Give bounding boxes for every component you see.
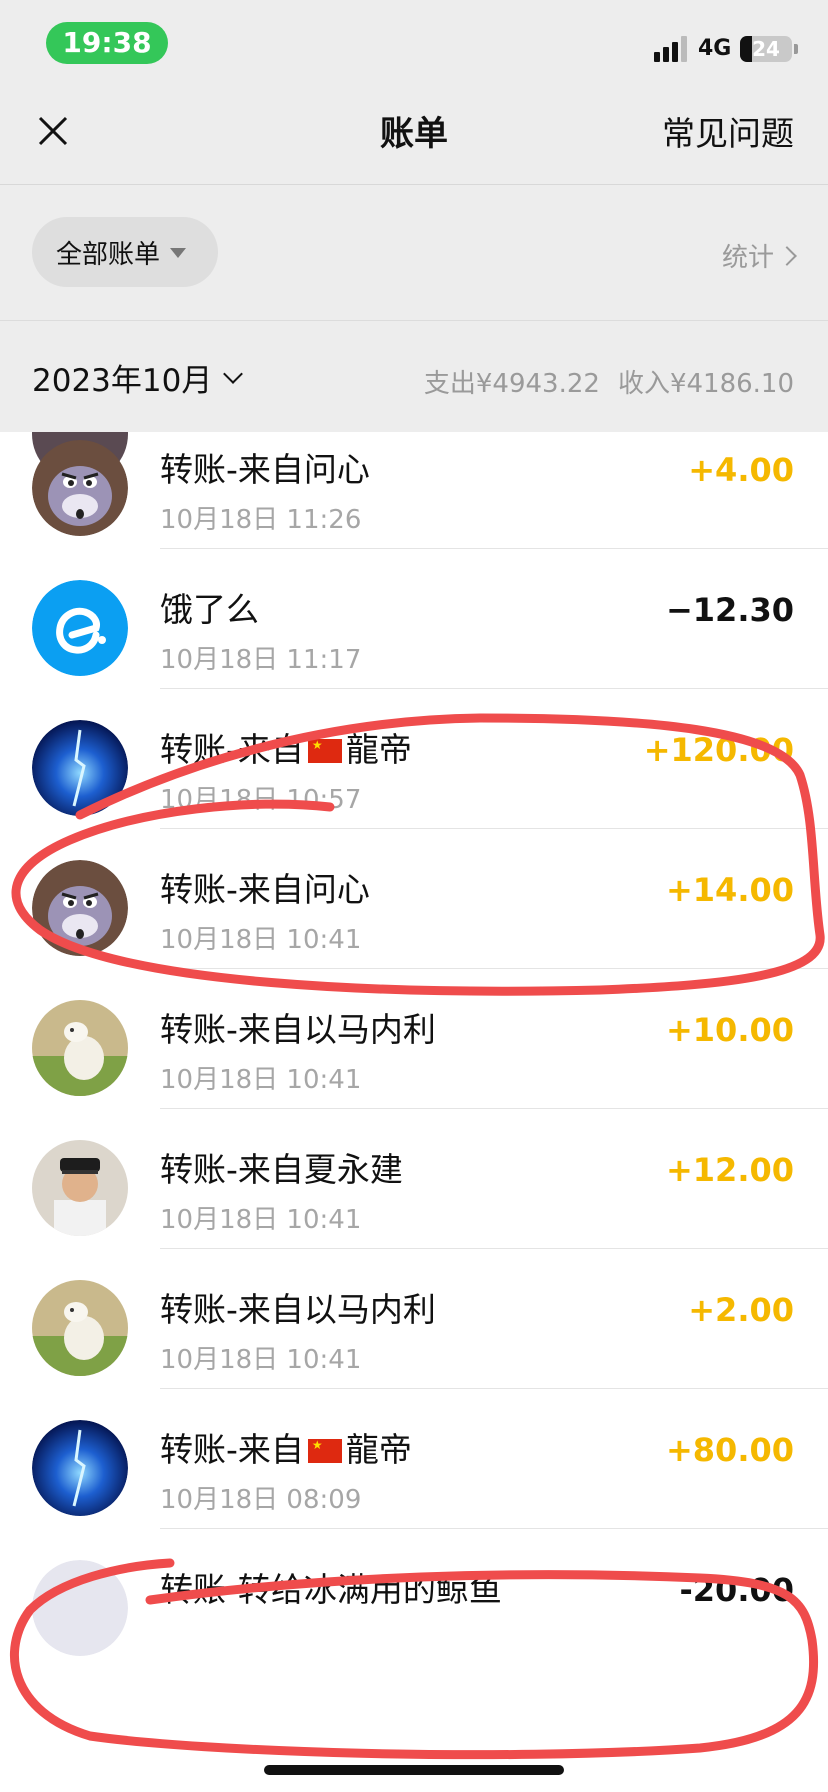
row-divider: [160, 548, 828, 549]
transaction-amount: −12.30: [665, 591, 794, 629]
transaction-title: 转账-来自问心: [160, 870, 370, 910]
cellular-signal-icon: [654, 36, 690, 62]
avatar: [32, 860, 128, 956]
avatar: [32, 1000, 128, 1096]
avatar: [32, 1280, 128, 1376]
battery-level: 24: [752, 37, 780, 61]
transaction-time: 10月18日 11:17: [160, 645, 362, 675]
transaction-time: 10月18日 10:41: [160, 1345, 362, 1375]
transaction-row[interactable]: 转账-来自以马内利 10月18日 10:41 +2.00: [0, 1248, 828, 1408]
transaction-row[interactable]: 饿了么 10月18日 11:17 −12.30: [0, 548, 828, 708]
battery-icon: 24: [740, 36, 792, 62]
row-divider: [160, 1248, 828, 1249]
transaction-amount: +14.00: [665, 871, 794, 909]
network-type: 4G: [698, 36, 732, 61]
transaction-title: 转账-来自 龍帝: [160, 730, 412, 770]
transaction-amount: +120.00: [643, 731, 794, 769]
filter-label: 全部账单: [56, 239, 161, 270]
row-divider: [160, 1108, 828, 1109]
transaction-time: 10月18日 10:57: [160, 785, 362, 815]
row-divider: [160, 688, 828, 689]
nav-bar: 账单 常见问题: [0, 82, 828, 185]
chevron-right-icon: [777, 245, 797, 266]
transaction-amount: +4.00: [688, 451, 794, 489]
transaction-title: 转账-来自 龍帝: [160, 1430, 412, 1470]
transaction-title: 饿了么: [160, 590, 259, 630]
transaction-time: 10月18日 08:09: [160, 1485, 362, 1515]
row-divider: [160, 828, 828, 829]
avatar: [32, 1140, 128, 1236]
avatar: [32, 580, 128, 676]
transaction-time: 10月18日 11:26: [160, 505, 362, 535]
expense-total: 支出¥4943.22: [423, 369, 600, 399]
battery-tip: [794, 44, 798, 54]
transaction-time: 10月18日 10:41: [160, 1065, 362, 1095]
transaction-title-text: 转账-来自问心: [160, 870, 370, 909]
transaction-title-text: 转账-来自以马内利: [160, 1010, 436, 1049]
transaction-amount: +12.00: [665, 1151, 794, 1189]
transaction-time: 10月18日 10:41: [160, 925, 362, 955]
transaction-title-suffix: 龍帝: [345, 730, 412, 769]
avatar: [32, 440, 128, 536]
transaction-title-text: 转账-来自以马内利: [160, 1290, 436, 1329]
transaction-amount: -20.00: [679, 1571, 795, 1609]
month-selector[interactable]: 2023年10月: [32, 355, 244, 400]
transaction-row[interactable]: 转账-来自夏永建 10月18日 10:41 +12.00: [0, 1108, 828, 1268]
transaction-title-text: 转账-来自问心: [160, 450, 370, 489]
transaction-title-text: 转账-来自: [160, 730, 304, 769]
transaction-title-text: 转账-来自: [160, 1430, 304, 1469]
transaction-title: 转账-来自以马内利: [160, 1290, 436, 1330]
close-icon[interactable]: [34, 112, 78, 156]
transaction-amount: +10.00: [665, 1011, 794, 1049]
transaction-time: 10月18日 10:41: [160, 1205, 362, 1235]
transaction-title-text: 转账-转给冰满用的鲸鱼: [160, 1570, 502, 1609]
row-divider: [160, 968, 828, 969]
transaction-row[interactable]: 转账-来自 龍帝 10月18日 08:09 +80.00: [0, 1388, 828, 1548]
avatar: [32, 1420, 128, 1516]
transaction-row[interactable]: 转账-来自以马内利 10月18日 10:41 +10.00: [0, 968, 828, 1128]
stats-label: 统计: [721, 243, 774, 273]
transaction-row[interactable]: 转账-来自 龍帝 10月18日 10:57 +120.00: [0, 688, 828, 848]
caret-down-icon: [170, 248, 187, 258]
month-row: 2023年10月 支出¥4943.22 收入¥4186.10: [0, 321, 828, 432]
income-total: 收入¥4186.10: [617, 369, 794, 399]
faq-link[interactable]: 常见问题: [662, 112, 794, 156]
transaction-title: 转账-来自以马内利: [160, 1010, 436, 1050]
bill-filter-dropdown[interactable]: 全部账单: [32, 217, 218, 287]
transaction-amount: +80.00: [665, 1431, 794, 1469]
transaction-title-text: 转账-来自夏永建: [160, 1150, 403, 1189]
transaction-title: 转账-来自夏永建: [160, 1150, 403, 1190]
china-flag-icon: [307, 1439, 342, 1463]
transaction-list[interactable]: 转账-来自问心 10月18日 11:26 +4.00 饿了么 10月18日 11:17 −…: [0, 432, 828, 1792]
row-divider: [160, 1528, 828, 1529]
transaction-row[interactable]: 转账-来自问心 10月18日 10:41 +14.00: [0, 828, 828, 988]
status-bar: 19:38 4G 24: [0, 0, 828, 82]
transaction-row[interactable]: 转账-转给冰满用的鲸鱼 -20.00: [0, 1528, 828, 1688]
avatar: [32, 1560, 128, 1656]
transaction-title: 转账-来自问心: [160, 450, 370, 490]
transaction-title: 转账-转给冰满用的鲸鱼: [160, 1570, 502, 1610]
transaction-title-suffix: 龍帝: [345, 1430, 412, 1469]
avatar: [32, 720, 128, 816]
home-indicator: [264, 1765, 564, 1775]
transaction-title-text: 饿了么: [160, 590, 259, 629]
china-flag-icon: [307, 739, 342, 763]
month-summary: 支出¥4943.22 收入¥4186.10: [424, 363, 794, 400]
chevron-down-icon: [223, 363, 244, 384]
status-time: 19:38: [46, 22, 168, 64]
transaction-amount: +2.00: [688, 1291, 794, 1329]
month-label: 2023年10月: [32, 363, 213, 399]
stats-link[interactable]: 统计: [721, 237, 797, 274]
filter-row: 全部账单 统计: [0, 185, 828, 321]
row-divider: [160, 1388, 828, 1389]
